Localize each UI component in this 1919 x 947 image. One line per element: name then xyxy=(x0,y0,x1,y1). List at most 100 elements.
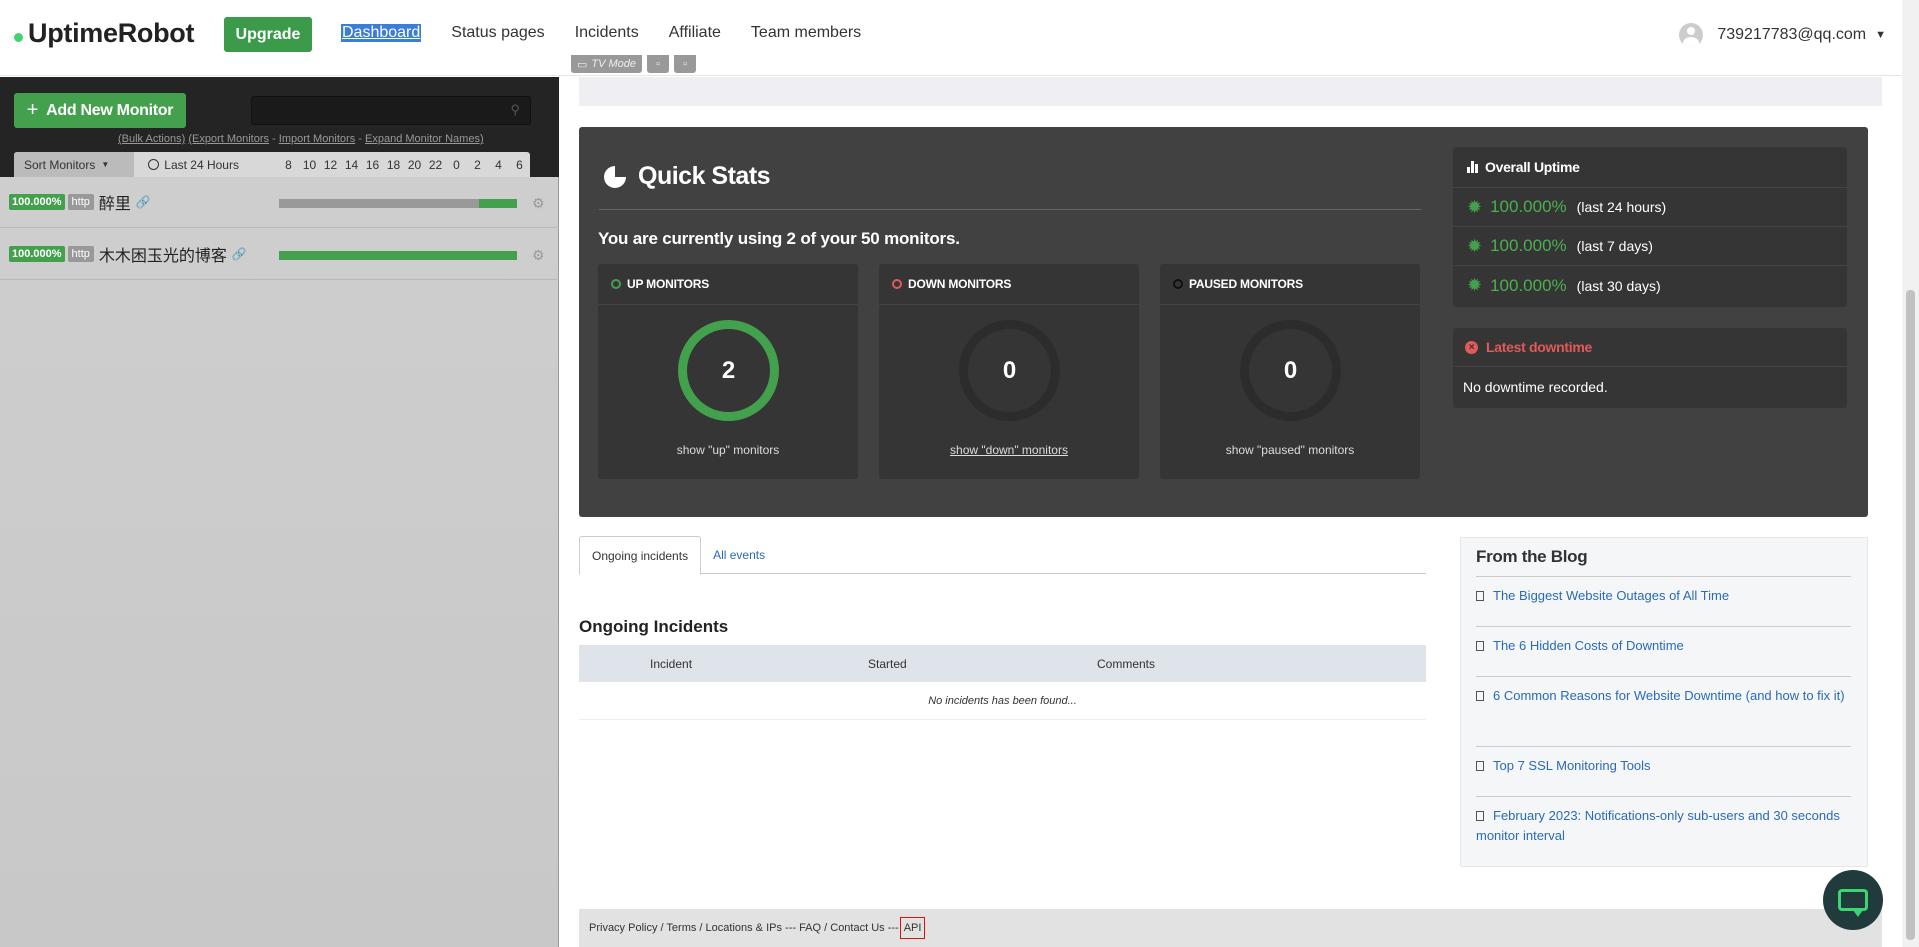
facebook-share-button[interactable]: ▫ xyxy=(674,55,697,73)
blog-link[interactable]: The Biggest Website Outages of All Time xyxy=(1476,586,1851,606)
uptime-period: (last 7 days) xyxy=(1576,238,1653,254)
incidents-table: Incident Started Comments No incidents h… xyxy=(579,645,1426,720)
last-24-label: Last 24 Hours xyxy=(164,157,239,172)
main-nav: Dashboard Status pages Incidents Affilia… xyxy=(341,24,861,42)
latest-downtime-body: No downtime recorded. xyxy=(1463,379,1608,395)
scroll-thumb[interactable] xyxy=(1906,290,1915,940)
uptime-bar xyxy=(279,199,517,208)
main-content: Quick Stats You are currently using 2 of… xyxy=(560,77,1902,947)
incident-tabs: Ongoing incidents All events xyxy=(579,536,1426,575)
blog-link[interactable]: The 6 Hidden Costs of Downtime xyxy=(1476,636,1851,656)
paused-status-icon xyxy=(1173,279,1183,289)
monitor-row[interactable]: 100.000% http 木木困玉光的博客 🔗 ⚙ xyxy=(0,229,559,280)
twitter-share-button[interactable]: ▫ xyxy=(647,55,670,73)
latest-downtime-title: Latest downtime xyxy=(1486,339,1592,355)
divider xyxy=(1476,576,1851,577)
top-strip xyxy=(579,77,1882,106)
type-badge: http xyxy=(67,194,94,210)
show-up-monitors-link[interactable]: show "up" monitors xyxy=(598,443,858,457)
tab-all-events[interactable]: All events xyxy=(701,536,777,574)
up-monitors-header: UP MONITORS xyxy=(598,264,858,305)
show-down-monitors-link[interactable]: show "down" monitors xyxy=(879,443,1139,457)
ongoing-incidents-title: Ongoing Incidents xyxy=(579,617,729,636)
pie-chart-icon xyxy=(604,165,626,188)
monitors-sidebar: + Add New Monitor ⚲ (Bulk Actions) (Expo… xyxy=(0,77,559,947)
monitor-search-input[interactable]: ⚲ xyxy=(251,96,531,125)
chat-icon xyxy=(1838,889,1868,917)
tv-toolbar: ▭ TV Mode ▫ ▫ xyxy=(571,55,697,73)
table-header: Incident Started Comments xyxy=(579,645,1426,682)
user-email: 739217783@qq.com xyxy=(1717,26,1867,43)
link-icon[interactable]: 🔗 xyxy=(232,247,247,261)
monitor-icon: ▭ xyxy=(577,58,588,71)
monitor-row[interactable]: 100.000% http 醉里 🔗 ⚙ xyxy=(0,177,559,228)
empty-message: No incidents has been found... xyxy=(579,682,1426,720)
add-new-monitor-button[interactable]: + Add New Monitor xyxy=(14,93,186,128)
sort-monitors-dropdown[interactable]: Sort Monitors ▼ xyxy=(14,152,135,177)
tab-ongoing-incidents[interactable]: Ongoing incidents xyxy=(579,536,702,575)
overall-uptime-header: Overall Uptime xyxy=(1453,147,1847,188)
plus-icon: + xyxy=(26,99,39,121)
blog-link[interactable]: Top 7 SSL Monitoring Tools xyxy=(1476,756,1851,776)
chat-button[interactable] xyxy=(1823,870,1883,930)
hour-label: 10 xyxy=(302,157,317,172)
hour-label: 0 xyxy=(453,157,460,172)
col-comments: Comments xyxy=(1097,656,1156,671)
show-paused-monitors-link[interactable]: show "paused" monitors xyxy=(1160,443,1420,457)
footer-links[interactable]: Privacy Policy / Terms / Locations & IPs… xyxy=(589,922,899,934)
document-icon xyxy=(1476,641,1484,651)
up-count: 2 xyxy=(721,356,736,384)
hour-label: 22 xyxy=(428,157,443,172)
last-24-hours: Last 24 Hours xyxy=(148,158,274,172)
link-icon[interactable]: 🔗 xyxy=(136,195,151,209)
uptime-period: (last 24 hours) xyxy=(1576,199,1667,215)
hour-label: 8 xyxy=(285,157,292,172)
divider xyxy=(1476,676,1851,677)
col-incident: Incident xyxy=(650,656,693,671)
uptime-row: ✹ 100.000% (last 24 hours) xyxy=(1453,188,1847,227)
import-monitors-link[interactable]: Import Monitors xyxy=(279,133,355,145)
uptime-row: ✹ 100.000% (last 30 days) xyxy=(1453,266,1847,305)
overall-uptime-title: Overall Uptime xyxy=(1485,159,1580,175)
nav-affiliate[interactable]: Affiliate xyxy=(669,24,721,42)
bulk-actions-link[interactable]: (Bulk Actions) xyxy=(118,133,185,145)
upgrade-button[interactable]: Upgrade xyxy=(224,17,312,52)
monitor-name[interactable]: 木木困玉光的博客 xyxy=(99,242,227,266)
monitor-usage-text: You are currently using 2 of your 50 mon… xyxy=(598,229,960,248)
expand-names-link[interactable]: Expand Monitor Names) xyxy=(365,133,484,145)
hour-label: 4 xyxy=(495,157,502,172)
gear-icon[interactable]: ⚙ xyxy=(532,247,545,264)
close-circle-icon: × xyxy=(1465,340,1478,354)
down-count: 0 xyxy=(1002,356,1017,384)
monitor-name[interactable]: 醉里 xyxy=(99,190,131,214)
tv-mode-button[interactable]: ▭ TV Mode xyxy=(571,55,643,73)
tv-mode-label: TV Mode xyxy=(591,58,637,70)
sun-icon: ✹ xyxy=(1467,235,1483,256)
user-menu[interactable]: 739217783@qq.com ▼ xyxy=(1679,23,1886,47)
sort-bar: Sort Monitors ▼ Last 24 Hours 8 10 12 14… xyxy=(14,152,530,177)
page-scrollbar[interactable] xyxy=(1902,0,1919,947)
export-monitors-link[interactable]: (Export Monitors xyxy=(188,133,269,145)
hour-labels: 8 10 12 14 16 18 20 22 0 2 4 6 xyxy=(278,158,530,172)
nav-status-pages[interactable]: Status pages xyxy=(451,24,544,42)
document-icon xyxy=(1476,691,1484,701)
hour-label: 12 xyxy=(323,157,338,172)
overall-uptime-panel: Overall Uptime ✹ 100.000% (last 24 hours… xyxy=(1453,147,1847,307)
bulk-links: (Bulk Actions) (Export Monitors - Import… xyxy=(118,133,484,145)
user-avatar-icon xyxy=(1679,23,1704,47)
up-status-icon xyxy=(611,279,621,289)
nav-dashboard[interactable]: Dashboard xyxy=(341,24,422,42)
gear-icon[interactable]: ⚙ xyxy=(532,195,545,212)
sun-icon: ✹ xyxy=(1467,275,1483,295)
blog-link[interactable]: February 2023: Notifications-only sub-us… xyxy=(1476,806,1851,846)
sun-icon: ✹ xyxy=(1467,196,1483,217)
logo[interactable]: UptimeRobot xyxy=(14,18,194,49)
api-link[interactable]: API xyxy=(899,917,926,939)
nav-incidents[interactable]: Incidents xyxy=(575,24,639,42)
nav-team-members[interactable]: Team members xyxy=(751,24,861,42)
down-monitors-label: DOWN MONITORS xyxy=(908,277,1012,291)
down-status-icon xyxy=(892,279,902,289)
uptime-percent: 100.000% xyxy=(1490,275,1567,295)
clock-icon xyxy=(148,159,160,170)
blog-link[interactable]: 6 Common Reasons for Website Downtime (a… xyxy=(1476,686,1851,706)
